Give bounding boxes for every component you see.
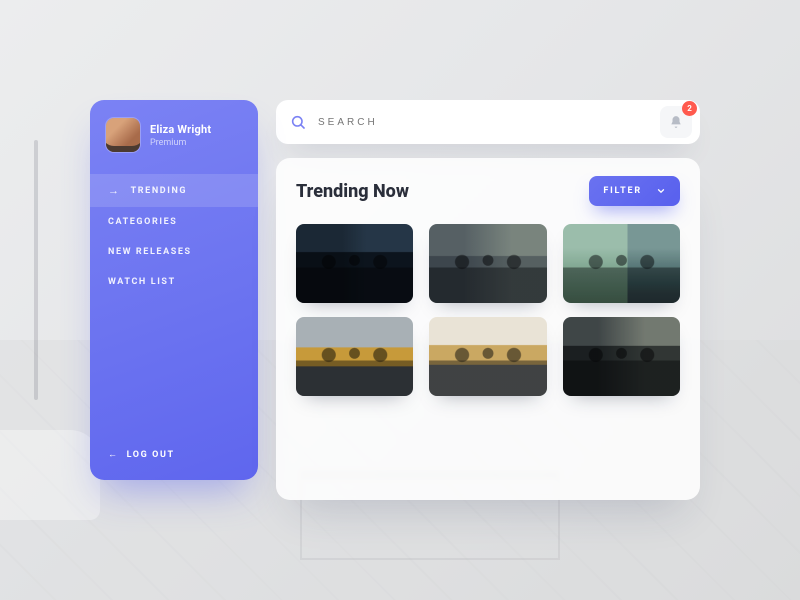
profile-text: Eliza Wright Premium [150,123,211,148]
sidebar-item-categories[interactable]: CATEGORIES [90,207,258,237]
app-window: Eliza Wright Premium → TRENDING CATEGORI… [90,100,700,500]
notification-badge: 2 [682,101,697,116]
sidebar-item-label: TRENDING [131,186,188,196]
nav: → TRENDING CATEGORIES NEW RELEASES WATCH… [90,174,258,297]
thumbnail [296,317,413,396]
main-column: 2 Trending Now FILTER [276,100,700,500]
content-header: Trending Now FILTER [296,176,680,206]
profile-name: Eliza Wright [150,123,211,136]
arrow-right-icon: → [108,184,121,197]
thumbnail [429,224,546,303]
arrow-left-icon: ← [108,449,119,460]
search-icon [290,114,306,130]
sidebar-item-label: CATEGORIES [108,217,177,227]
page-title: Trending Now [296,181,409,202]
search-bar: 2 [276,100,700,144]
sidebar-item-trending[interactable]: → TRENDING [90,174,258,207]
sidebar-item-new-releases[interactable]: NEW RELEASES [90,237,258,267]
media-card[interactable] [296,224,413,303]
media-card[interactable] [296,317,413,396]
logout-button[interactable]: ← LOG OUT [90,437,258,464]
search-input[interactable] [318,117,648,128]
media-card[interactable] [563,317,680,396]
sidebar-item-label: WATCH LIST [108,277,176,287]
media-card[interactable] [429,317,546,396]
media-card[interactable] [429,224,546,303]
thumbnail [429,317,546,396]
bell-icon [669,115,683,129]
thumbnail [563,317,680,396]
filter-button[interactable]: FILTER [589,176,680,206]
media-card[interactable] [563,224,680,303]
profile-plan: Premium [150,138,211,148]
logout-label: LOG OUT [127,450,175,460]
sidebar: Eliza Wright Premium → TRENDING CATEGORI… [90,100,258,480]
filter-label: FILTER [603,186,642,196]
content-panel: Trending Now FILTER [276,158,700,500]
chevron-down-icon [656,186,666,196]
avatar [106,118,140,152]
profile[interactable]: Eliza Wright Premium [90,118,258,166]
trending-grid [296,224,680,396]
notifications-button[interactable]: 2 [660,106,692,138]
thumbnail [296,224,413,303]
sidebar-item-watch-list[interactable]: WATCH LIST [90,267,258,297]
thumbnail [563,224,680,303]
sidebar-item-label: NEW RELEASES [108,247,192,257]
